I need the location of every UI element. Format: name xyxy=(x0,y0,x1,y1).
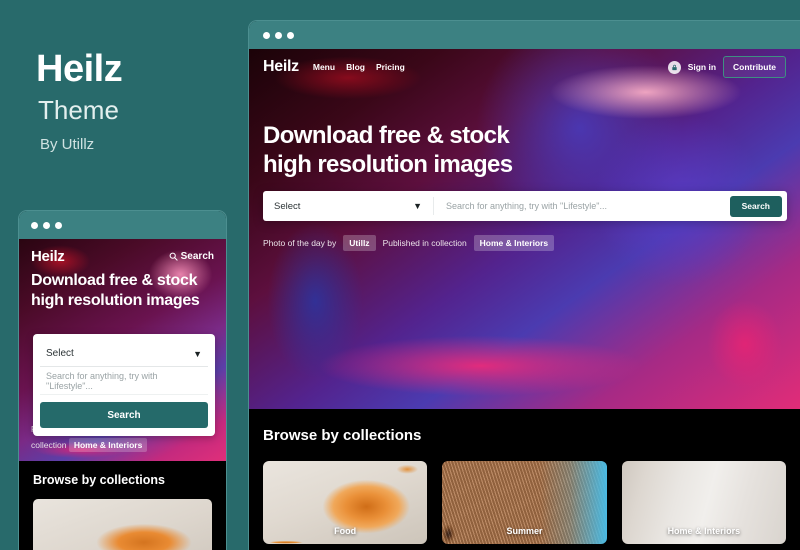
site-logo[interactable]: Heilz xyxy=(263,58,299,76)
window-controls xyxy=(31,221,62,229)
collections-section: Browse by collections Food Summer Home &… xyxy=(249,409,800,544)
nav-link-blog[interactable]: Blog xyxy=(346,62,365,72)
category-select-value: Select xyxy=(274,200,301,212)
hero-headline-line1: Download free & stock xyxy=(263,122,510,149)
hero-headline: Download free & stock high resolution im… xyxy=(263,121,513,180)
mobile-collection-card-food[interactable] xyxy=(33,499,212,550)
desktop-window-controls xyxy=(263,31,294,39)
promo-author: By Utillz xyxy=(40,136,95,153)
photo-meta-middle: Published in collection xyxy=(382,238,467,248)
collection-cards: Food Summer Home & Interiors xyxy=(263,461,786,544)
chevron-down-icon: ▼ xyxy=(193,348,202,359)
desktop-mockup: Heilz Menu Blog Pricing Sign in Contribu… xyxy=(248,20,800,550)
search-button[interactable]: Search xyxy=(729,195,782,217)
mobile-photo-collection-chip[interactable]: Home & Interiors xyxy=(68,437,148,452)
nav-links: Menu Blog Pricing xyxy=(313,62,405,72)
promo-subtitle: Theme xyxy=(38,95,119,125)
mobile-category-select-value: Select xyxy=(46,348,74,359)
mobile-search-link-label: Search xyxy=(180,250,214,262)
collection-card-food[interactable]: Food xyxy=(263,461,428,544)
mobile-headline-line2: high resolution images xyxy=(31,291,200,309)
page-title: Heilz xyxy=(36,48,123,90)
mobile-search-button[interactable]: Search xyxy=(40,402,208,428)
category-select[interactable]: Select ▼ xyxy=(263,191,433,221)
mobile-search-form: Select ▼ Search for anything, try with "… xyxy=(33,334,215,436)
collection-card-home-interiors[interactable]: Home & Interiors xyxy=(621,461,786,544)
photo-collection-chip[interactable]: Home & Interiors xyxy=(473,235,555,251)
collection-card-summer[interactable]: Summer xyxy=(442,461,607,544)
photo-meta-prefix: Photo of the day by xyxy=(263,238,337,248)
photo-meta: Photo of the day by Utillz Published in … xyxy=(263,235,555,251)
mobile-collections-section: Browse by collections xyxy=(19,461,226,550)
mobile-search-input[interactable]: Search for anything, try with "Lifestyle… xyxy=(40,367,208,395)
collection-card-food-label: Food xyxy=(334,526,357,536)
mobile-browser-chrome xyxy=(19,211,226,239)
photo-author-chip[interactable]: Utillz xyxy=(343,235,376,251)
mobile-site-logo[interactable]: Heilz xyxy=(31,248,65,265)
nav-link-pricing[interactable]: Pricing xyxy=(376,62,405,72)
window-dot-minimize-icon[interactable] xyxy=(43,221,50,229)
window-dot-minimize-icon[interactable] xyxy=(275,31,282,39)
mobile-headline-line1: Download free & stock xyxy=(31,272,198,289)
sign-in-link[interactable]: Sign in xyxy=(688,62,716,72)
search-input-placeholder: Search for anything, try with "Lifestyle… xyxy=(446,201,607,211)
chevron-down-icon: ▼ xyxy=(413,201,422,211)
mobile-headline: Download free & stock high resolution im… xyxy=(31,271,200,310)
mobile-search-input-placeholder: Search for anything, try with "Lifestyle… xyxy=(46,370,158,391)
desktop-navbar: Heilz Menu Blog Pricing Sign in Contribu… xyxy=(249,49,800,85)
search-icon xyxy=(169,252,178,261)
collection-card-home-interiors-label: Home & Interiors xyxy=(667,526,741,536)
collection-card-summer-label: Summer xyxy=(506,526,543,536)
mobile-mockup: Heilz Search Download free & stock high … xyxy=(18,210,227,550)
window-dot-maximize-icon[interactable] xyxy=(55,221,62,229)
window-dot-close-icon[interactable] xyxy=(263,31,270,39)
contribute-button[interactable]: Contribute xyxy=(723,56,786,78)
mobile-collections-title: Browse by collections xyxy=(33,473,165,487)
mobile-category-select[interactable]: Select ▼ xyxy=(40,341,208,367)
desktop-hero: Heilz Menu Blog Pricing Sign in Contribu… xyxy=(249,49,800,409)
window-dot-maximize-icon[interactable] xyxy=(287,31,294,39)
nav-link-menu[interactable]: Menu xyxy=(313,62,335,72)
screenshot-root: Heilz Theme By Utillz Heilz Search Downl… xyxy=(0,0,800,550)
hero-headline-line2: high resolution images xyxy=(263,151,513,179)
window-dot-close-icon[interactable] xyxy=(31,221,38,229)
mobile-search-link[interactable]: Search xyxy=(169,251,214,262)
mobile-hero: Heilz Search Download free & stock high … xyxy=(19,239,226,461)
lock-icon xyxy=(667,60,681,74)
mobile-navbar: Heilz Search xyxy=(19,239,226,273)
desktop-browser-chrome xyxy=(249,21,800,49)
navbar-actions: Sign in Contribute xyxy=(667,56,786,78)
search-bar: Select ▼ Search for anything, try with "… xyxy=(263,191,787,221)
lock-glyph-icon xyxy=(672,64,677,70)
collections-title: Browse by collections xyxy=(263,427,422,444)
search-input[interactable]: Search for anything, try with "Lifestyle… xyxy=(434,191,730,221)
